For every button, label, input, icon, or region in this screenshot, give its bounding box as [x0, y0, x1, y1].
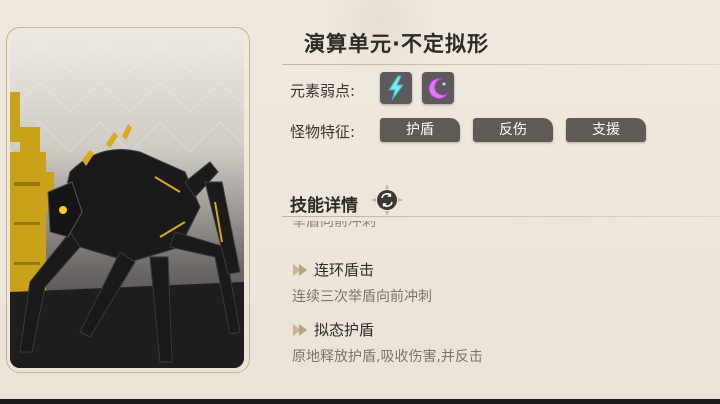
skill-desc: 原地释放护盾,吸收伤害,并反击 [292, 349, 483, 365]
bottom-bar [0, 399, 720, 404]
divider [282, 64, 720, 65]
skill-arrow-icon [293, 264, 307, 276]
monster-portrait-card [10, 32, 244, 368]
traits-label: 怪物特征: [290, 123, 356, 141]
weakness-label: 元素弱点: [290, 82, 356, 100]
divider [282, 216, 720, 217]
skill-name: 拟态护盾 [314, 321, 375, 339]
cycle-toggle-icon[interactable] [370, 183, 404, 217]
skill-desc-clipped: 举盾向前冲刺 [292, 221, 376, 230]
monster-portrait [10, 41, 244, 368]
trait-tag-reflect[interactable]: 反伤 [473, 118, 553, 142]
monster-name: 演算单元·不定拟形 [304, 32, 489, 56]
trait-tag-support[interactable]: 支援 [566, 118, 646, 142]
trait-tag-shield[interactable]: 护盾 [380, 118, 460, 142]
crescent-element-icon[interactable] [422, 72, 454, 104]
skill-arrow-icon [293, 324, 307, 336]
lightning-element-icon[interactable] [380, 72, 412, 104]
skill-desc: 连续三次举盾向前冲刺 [292, 289, 432, 305]
skills-heading: 技能详情 [290, 196, 358, 216]
skill-name: 连环盾击 [314, 261, 375, 279]
